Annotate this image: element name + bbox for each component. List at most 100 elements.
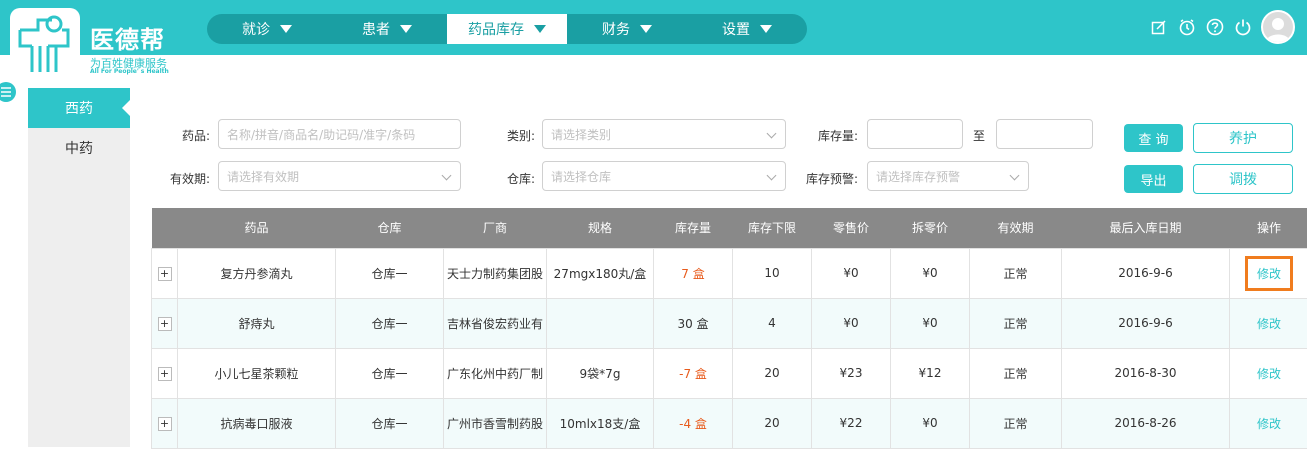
chevron-down-icon bbox=[280, 25, 292, 33]
cell-last-in-date: 2016-8-30 bbox=[1062, 348, 1230, 398]
cell-expiry: 正常 bbox=[970, 348, 1062, 398]
cell-expiry: 正常 bbox=[970, 248, 1062, 298]
edit-link[interactable]: 修改 bbox=[1257, 317, 1281, 331]
cell-spec: 9袋*7g bbox=[547, 348, 654, 398]
chevron-down-icon bbox=[400, 25, 412, 33]
left-strip bbox=[0, 80, 28, 447]
chevron-down-icon bbox=[760, 25, 772, 33]
stock-warning-label: 库存预警: bbox=[790, 170, 858, 187]
help-icon[interactable] bbox=[1205, 17, 1225, 37]
cell-warehouse: 仓库一 bbox=[336, 248, 444, 298]
transfer-button[interactable]: 调拨 bbox=[1193, 164, 1293, 194]
chevron-down-icon bbox=[767, 129, 777, 139]
cell-warehouse: 仓库一 bbox=[336, 298, 444, 348]
col-expand bbox=[152, 208, 178, 248]
cell-retail-price: ¥23 bbox=[812, 348, 891, 398]
col-stock: 库存量 bbox=[654, 208, 733, 248]
export-button[interactable]: 导出 bbox=[1124, 165, 1183, 193]
cell-expiry: 正常 bbox=[970, 398, 1062, 448]
table-row: + 抗病毒口服液 仓库一 广州市香雪制药股 10mlx18支/盒 -4 盒 20… bbox=[152, 398, 1307, 448]
expand-row-button[interactable]: + bbox=[158, 317, 172, 331]
cell-last-in-date: 2016-8-26 bbox=[1062, 398, 1230, 448]
stock-min-input[interactable] bbox=[867, 119, 963, 149]
cell-spec bbox=[547, 298, 654, 348]
sidebar-item-western-medicine[interactable]: 西药 bbox=[28, 88, 130, 128]
col-action: 操作 bbox=[1230, 208, 1307, 248]
chevron-down-icon bbox=[640, 25, 652, 33]
col-drug: 药品 bbox=[178, 208, 336, 248]
col-expiry: 有效期 bbox=[970, 208, 1062, 248]
warehouse-select[interactable]: 请选择仓库 bbox=[542, 161, 786, 191]
cell-min-stock: 20 bbox=[733, 398, 812, 448]
cell-drug: 复方丹参滴丸 bbox=[178, 248, 336, 298]
cell-last-in-date: 2016-9-6 bbox=[1062, 248, 1230, 298]
col-last-in-date: 最后入库日期 bbox=[1062, 208, 1230, 248]
power-icon[interactable] bbox=[1233, 17, 1253, 37]
expiry-select[interactable]: 请选择有效期 bbox=[218, 161, 461, 191]
col-min-stock: 库存下限 bbox=[733, 208, 812, 248]
cell-stock: -7 盒 bbox=[654, 348, 733, 398]
edit-icon[interactable] bbox=[1149, 17, 1169, 37]
header-actions bbox=[1149, 10, 1295, 44]
cell-stock: 30 盒 bbox=[654, 298, 733, 348]
logo: 医德帮 为百姓健康服务 All For People' s Health bbox=[0, 0, 180, 80]
expand-row-button[interactable]: + bbox=[158, 367, 172, 381]
chevron-down-icon bbox=[442, 171, 452, 181]
brand-slogan-en: All For People' s Health bbox=[90, 68, 169, 75]
stock-label: 库存量: bbox=[790, 127, 858, 144]
cell-stock: 7 盒 bbox=[654, 248, 733, 298]
table-row: + 小儿七星茶颗粒 仓库一 广东化州中药厂制 9袋*7g -7 盒 20 ¥23… bbox=[152, 348, 1307, 398]
stock-max-input[interactable] bbox=[996, 119, 1093, 149]
cell-drug: 抗病毒口服液 bbox=[178, 398, 336, 448]
expand-row-button[interactable]: + bbox=[158, 417, 172, 431]
query-button[interactable]: 查 询 bbox=[1124, 124, 1183, 152]
cell-spec: 27mgx180丸/盒 bbox=[547, 248, 654, 298]
chevron-down-icon bbox=[767, 171, 777, 181]
cell-last-in-date: 2016-9-6 bbox=[1062, 298, 1230, 348]
nav-item-visit[interactable]: 就诊 bbox=[207, 14, 327, 44]
table-header-row: 药品 仓库 厂商 规格 库存量 库存下限 零售价 拆零价 有效期 最后入库日期 … bbox=[152, 208, 1307, 248]
nav-item-drug-inventory[interactable]: 药品库存 bbox=[447, 14, 567, 44]
edit-link[interactable]: 修改 bbox=[1257, 367, 1281, 381]
cell-maker: 广东化州中药厂制 bbox=[444, 348, 547, 398]
drug-search-input[interactable]: 名称/拼音/商品名/助记码/准字/条码 bbox=[218, 119, 461, 149]
nav-item-patients[interactable]: 患者 bbox=[327, 14, 447, 44]
cell-retail-price: ¥0 bbox=[812, 298, 891, 348]
cell-split-price: ¥0 bbox=[891, 298, 970, 348]
cell-spec: 10mlx18支/盒 bbox=[547, 398, 654, 448]
edit-link[interactable]: 修改 bbox=[1257, 417, 1281, 431]
cell-maker: 吉林省俊宏药业有 bbox=[444, 298, 547, 348]
cell-warehouse: 仓库一 bbox=[336, 398, 444, 448]
expiry-label: 有效期: bbox=[150, 170, 210, 187]
stock-warning-select[interactable]: 请选择库存预警 bbox=[867, 161, 1029, 191]
cell-min-stock: 20 bbox=[733, 348, 812, 398]
warehouse-label: 仓库: bbox=[475, 170, 535, 187]
cell-stock: -4 盒 bbox=[654, 398, 733, 448]
cell-expiry: 正常 bbox=[970, 298, 1062, 348]
timer-icon[interactable] bbox=[1177, 17, 1197, 37]
cell-split-price: ¥0 bbox=[891, 398, 970, 448]
table-row: + 舒痔丸 仓库一 吉林省俊宏药业有 30 盒 4 ¥0 ¥0 正常 2016-… bbox=[152, 298, 1307, 348]
cell-min-stock: 4 bbox=[733, 298, 812, 348]
expand-row-button[interactable]: + bbox=[158, 267, 172, 281]
col-warehouse: 仓库 bbox=[336, 208, 444, 248]
col-maker: 厂商 bbox=[444, 208, 547, 248]
category-select[interactable]: 请选择类别 bbox=[542, 119, 786, 149]
cell-split-price: ¥12 bbox=[891, 348, 970, 398]
nav-item-finance[interactable]: 财务 bbox=[567, 14, 687, 44]
cell-split-price: ¥0 bbox=[891, 248, 970, 298]
col-retail-price: 零售价 bbox=[812, 208, 891, 248]
drug-label: 药品: bbox=[150, 127, 210, 144]
cell-retail-price: ¥22 bbox=[812, 398, 891, 448]
cell-maker: 广州市香雪制药股 bbox=[444, 398, 547, 448]
inventory-table: 药品 仓库 厂商 规格 库存量 库存下限 零售价 拆零价 有效期 最后入库日期 … bbox=[151, 208, 1307, 449]
edit-link[interactable]: 修改 bbox=[1245, 256, 1293, 291]
logo-mark bbox=[10, 8, 80, 78]
nav-item-settings[interactable]: 设置 bbox=[687, 14, 807, 44]
maintain-button[interactable]: 养护 bbox=[1193, 123, 1293, 153]
avatar[interactable] bbox=[1261, 10, 1295, 44]
col-spec: 规格 bbox=[547, 208, 654, 248]
sidebar-item-chinese-medicine[interactable]: 中药 bbox=[28, 128, 130, 168]
cell-maker: 天士力制药集团股 bbox=[444, 248, 547, 298]
table-row: + 复方丹参滴丸 仓库一 天士力制药集团股 27mgx180丸/盒 7 盒 10… bbox=[152, 248, 1307, 298]
